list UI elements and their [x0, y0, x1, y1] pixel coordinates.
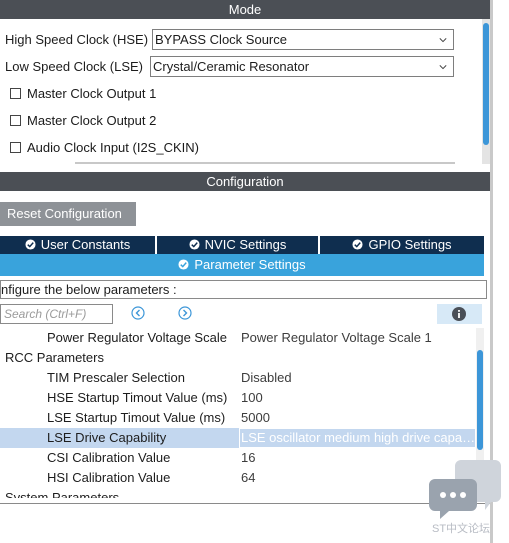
configuration-header: Configuration: [0, 172, 490, 191]
mode-scrollbar[interactable]: [482, 19, 490, 164]
param-value: Power Regulator Voltage Scale 1: [241, 330, 432, 345]
mode-scrollbar-thumb[interactable]: [483, 23, 489, 145]
table-row[interactable]: LSE Startup Timout Value (ms) 5000: [0, 408, 476, 428]
param-name: LSE Startup Timout Value (ms): [47, 410, 226, 425]
param-name: HSE Startup Timout Value (ms): [47, 390, 228, 405]
param-value: Disabled: [241, 370, 292, 385]
description-panel: [0, 503, 497, 543]
tab-label: NVIC Settings: [204, 237, 287, 252]
info-icon: [452, 307, 466, 321]
tab-nvic-settings[interactable]: NVIC Settings: [157, 236, 320, 254]
mode-header: Mode: [0, 0, 490, 19]
settings-tabs: User Constants NVIC Settings GPIO Settin…: [0, 236, 484, 254]
checkbox-label: Audio Clock Input (I2S_CKIN): [27, 140, 199, 155]
param-name: TIM Prescaler Selection: [47, 370, 185, 385]
check-circle-icon: [352, 239, 363, 250]
table-row[interactable]: CSI Calibration Value 16: [0, 448, 476, 468]
checkbox-box[interactable]: [10, 88, 21, 99]
param-value: 100: [241, 390, 263, 405]
configuration-header-title: Configuration: [206, 174, 284, 189]
hse-select[interactable]: BYPASS Clock Source: [152, 29, 454, 50]
checkbox-box[interactable]: [10, 142, 21, 153]
param-value: 16: [241, 450, 256, 465]
master-clock-output-2-checkbox[interactable]: Master Clock Output 2: [10, 113, 156, 129]
lse-select-value: Crystal/Ceramic Resonator: [153, 59, 310, 74]
check-circle-icon: [189, 239, 200, 250]
table-group-row[interactable]: System Parameters: [0, 488, 476, 498]
previous-icon[interactable]: [131, 306, 145, 320]
audio-clock-input-checkbox[interactable]: Audio Clock Input (I2S_CKIN): [10, 140, 199, 156]
hse-label: High Speed Clock (HSE): [5, 32, 149, 47]
check-circle-icon: [178, 259, 189, 270]
chevron-down-icon: [439, 38, 447, 43]
hse-select-value: BYPASS Clock Source: [155, 32, 287, 47]
tab-label: User Constants: [40, 237, 131, 252]
tab-label: Parameter Settings: [194, 257, 306, 272]
tab-user-constants[interactable]: User Constants: [0, 236, 157, 254]
table-row[interactable]: HSI Calibration Value 64: [0, 468, 476, 488]
checkbox-label: Master Clock Output 2: [27, 113, 157, 128]
configure-parameters-label: nfigure the below parameters :: [0, 280, 487, 299]
lse-label: Low Speed Clock (LSE): [5, 59, 144, 74]
param-name: LSE Drive Capability: [47, 430, 167, 445]
param-name: HSI Calibration Value: [47, 470, 171, 485]
info-button[interactable]: [437, 304, 482, 324]
table-row[interactable]: Power Regulator Voltage Scale Power Regu…: [0, 328, 476, 348]
checkbox-label: Master Clock Output 1: [27, 86, 157, 101]
search-input[interactable]: Search (Ctrl+F): [0, 304, 113, 324]
mode-header-title: Mode: [228, 2, 262, 17]
watermark-text: ST中文论坛: [432, 523, 491, 535]
next-icon[interactable]: [178, 306, 192, 320]
param-value[interactable]: LSE oscillator medium high drive capa…: [239, 428, 476, 448]
tab-gpio-settings[interactable]: GPIO Settings: [320, 236, 484, 254]
param-value: 5000: [241, 410, 270, 425]
table-row[interactable]: TIM Prescaler Selection Disabled: [0, 368, 476, 388]
tab-label: GPIO Settings: [368, 237, 452, 252]
param-name: CSI Calibration Value: [47, 450, 171, 465]
group-name: RCC Parameters: [5, 350, 104, 365]
table-row[interactable]: HSE Startup Timout Value (ms) 100: [0, 388, 476, 408]
table-row-selected[interactable]: LSE Drive Capability LSE oscillator medi…: [0, 428, 476, 448]
mode-panel: High Speed Clock (HSE) BYPASS Clock Sour…: [0, 19, 490, 164]
tab-parameter-settings[interactable]: Parameter Settings: [0, 254, 484, 276]
hscroll-track[interactable]: [75, 162, 455, 164]
table-group-row[interactable]: RCC Parameters: [0, 348, 476, 368]
param-value: 64: [241, 470, 256, 485]
group-name: System Parameters: [5, 490, 120, 498]
check-circle-icon: [25, 239, 36, 250]
table-scrollbar-thumb[interactable]: [477, 350, 483, 450]
master-clock-output-1-checkbox[interactable]: Master Clock Output 1: [10, 86, 156, 102]
checkbox-box[interactable]: [10, 115, 21, 126]
reset-configuration-button[interactable]: Reset Configuration: [0, 202, 136, 226]
chevron-down-icon: [439, 65, 447, 70]
param-name: Power Regulator Voltage Scale: [47, 330, 227, 345]
lse-select[interactable]: Crystal/Ceramic Resonator: [150, 56, 454, 77]
parameter-table: Power Regulator Voltage Scale Power Regu…: [0, 328, 476, 498]
